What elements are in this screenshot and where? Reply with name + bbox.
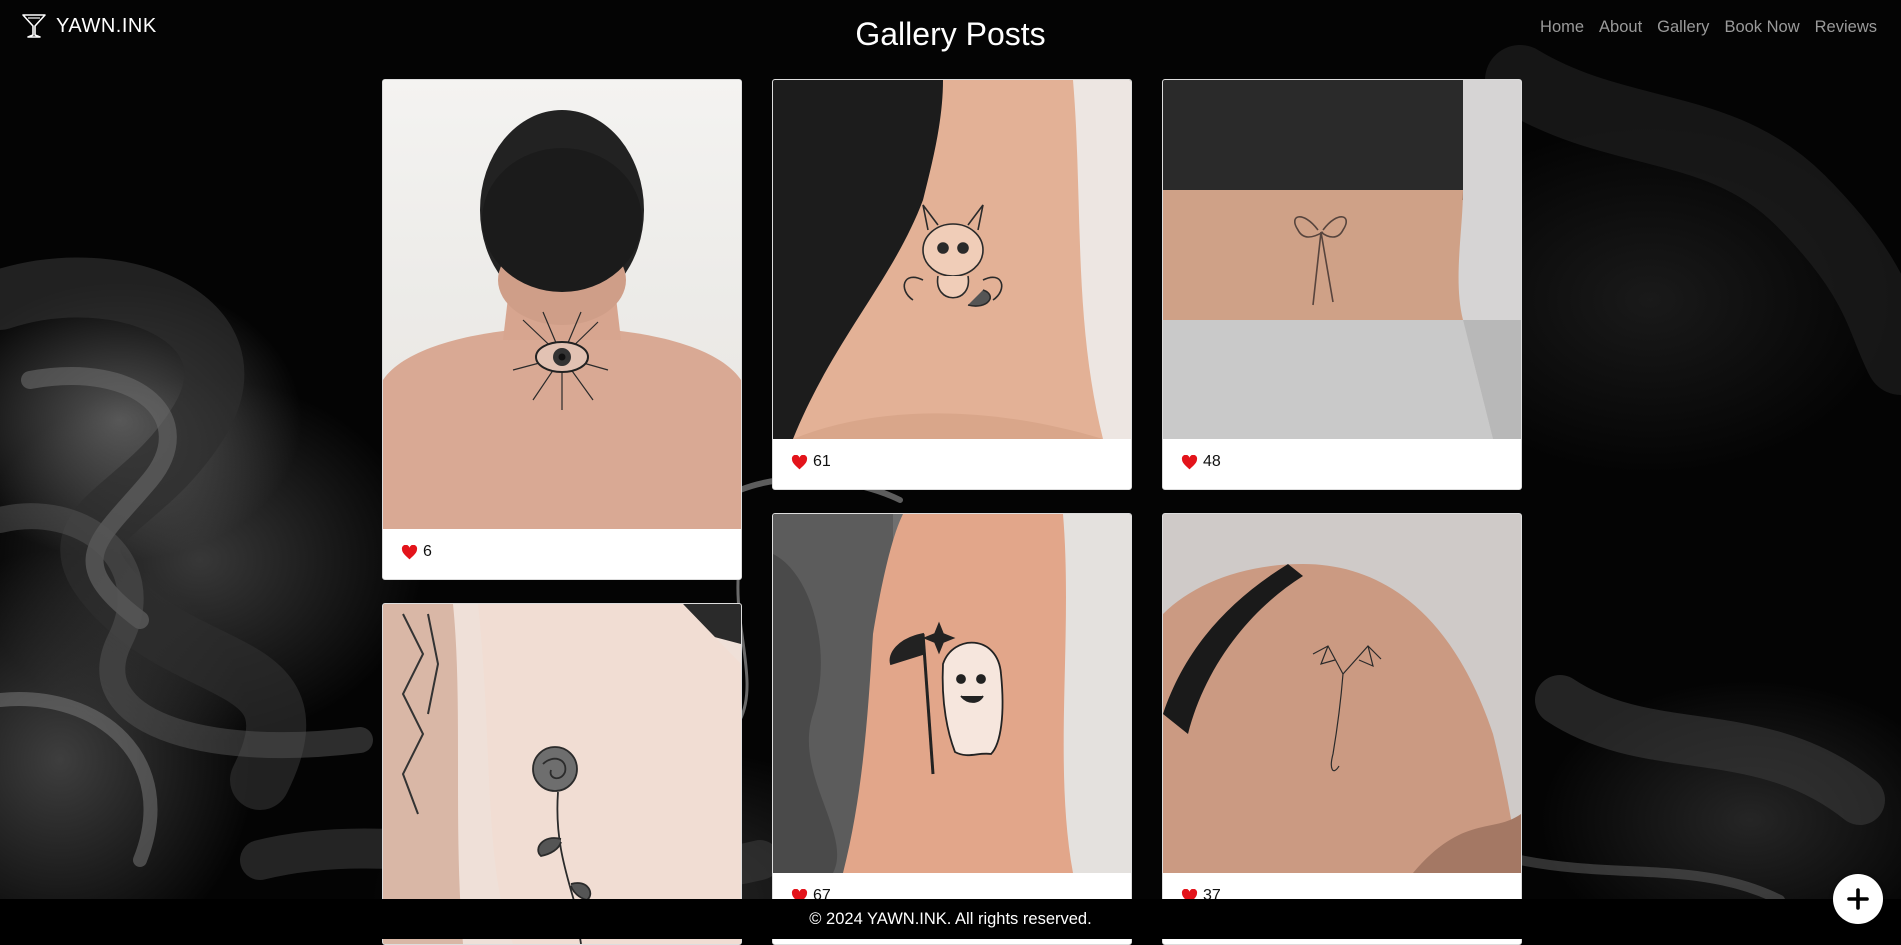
brand-name: YAWN.INK <box>56 14 157 37</box>
nav-link-about[interactable]: About <box>1599 18 1642 37</box>
post-footer: 6 <box>383 529 741 579</box>
nav-link-gallery[interactable]: Gallery <box>1657 18 1709 37</box>
page-footer: © 2024 YAWN.INK. All rights reserved. <box>0 899 1901 939</box>
add-post-button[interactable] <box>1833 874 1883 924</box>
gallery-post-card[interactable]: 6 <box>382 79 742 580</box>
like-button[interactable]: 6 <box>401 543 432 561</box>
gallery-post-card[interactable]: 61 <box>772 79 1132 490</box>
heart-icon[interactable] <box>791 454 808 470</box>
like-button[interactable]: 61 <box>791 453 831 471</box>
post-footer: 61 <box>773 439 1131 489</box>
nav-link-home[interactable]: Home <box>1540 18 1584 37</box>
like-count: 61 <box>813 453 831 470</box>
tattoo-photo-rose-side[interactable] <box>383 604 741 944</box>
nav-link-reviews[interactable]: Reviews <box>1815 18 1877 37</box>
post-footer: 48 <box>1163 439 1521 489</box>
plus-icon <box>1847 888 1869 910</box>
gallery-post-card[interactable] <box>382 603 742 945</box>
tattoo-photo-bow-back[interactable] <box>1163 80 1521 439</box>
tattoo-photo-ghost-arm[interactable] <box>773 514 1131 873</box>
nav-menu: Home About Gallery Book Now Reviews <box>1540 18 1877 37</box>
like-button[interactable]: 48 <box>1181 453 1221 471</box>
heart-icon[interactable] <box>401 544 418 560</box>
tattoo-photo-eye-neck[interactable] <box>383 80 741 529</box>
brand[interactable]: YAWN.INK <box>20 12 157 40</box>
gallery-post-card[interactable]: 67 <box>772 513 1132 945</box>
like-count: 48 <box>1203 453 1221 470</box>
tattoo-photo-dragon-arm[interactable] <box>773 80 1131 439</box>
navbar: YAWN.INK Gallery Posts Home About Galler… <box>0 0 1901 70</box>
heart-icon[interactable] <box>1181 454 1198 470</box>
martini-glass-icon <box>22 14 46 38</box>
nav-link-book-now[interactable]: Book Now <box>1724 18 1799 37</box>
copyright-text: © 2024 YAWN.INK. All rights reserved. <box>809 910 1092 928</box>
like-count: 6 <box>423 543 432 560</box>
gallery-post-card[interactable]: 48 <box>1162 79 1522 490</box>
gallery-post-card[interactable]: 37 <box>1162 513 1522 945</box>
tattoo-photo-dragon-shoulder[interactable] <box>1163 514 1521 873</box>
